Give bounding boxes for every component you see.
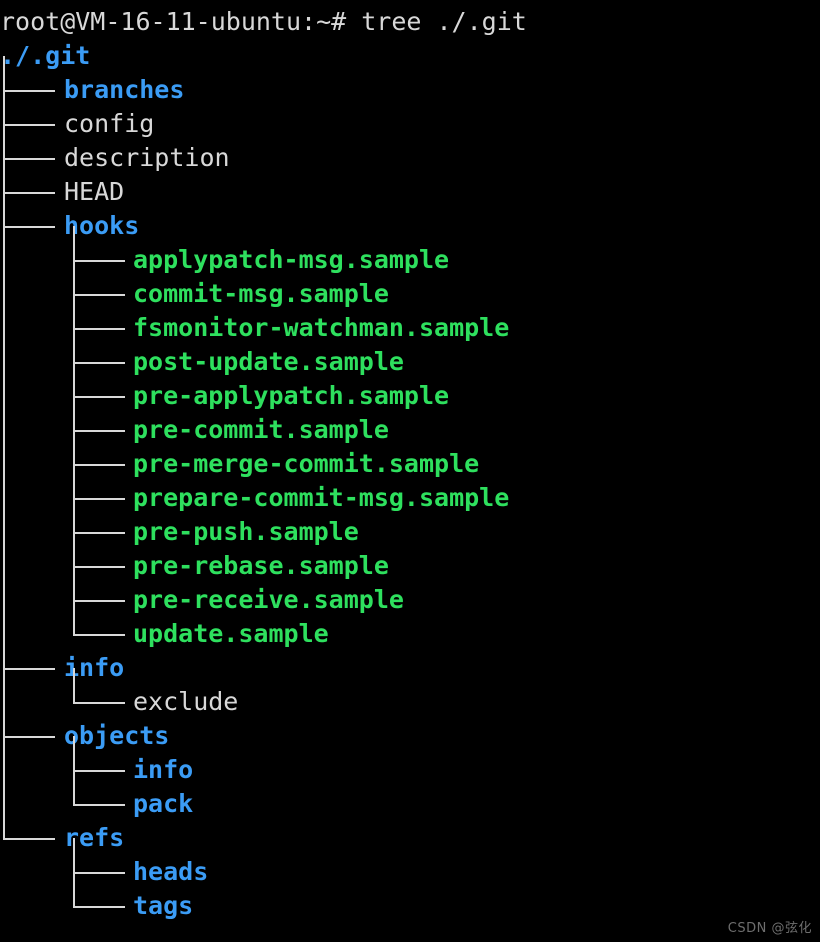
tree-connector-horizontal <box>73 362 125 364</box>
shell-prompt-line[interactable]: root@VM-16-11-ubuntu:~# tree ./.git <box>0 5 820 39</box>
tree-file-pre-receive-sample[interactable]: pre-receive.sample <box>133 583 404 617</box>
tree-file-fsmonitor-watchman-sample[interactable]: fsmonitor-watchman.sample <box>133 311 509 345</box>
tree-row: hooks <box>0 209 820 243</box>
tree-connector-horizontal <box>73 498 125 500</box>
tree-file-prepare-commit-msg-sample[interactable]: prepare-commit-msg.sample <box>133 481 509 515</box>
tree-directory-tags[interactable]: tags <box>133 889 193 923</box>
tree-file-pre-push-sample[interactable]: pre-push.sample <box>133 515 359 549</box>
tree-connector-horizontal <box>73 634 125 636</box>
tree-file-post-update-sample[interactable]: post-update.sample <box>133 345 404 379</box>
tree-directory-hooks[interactable]: hooks <box>64 209 139 243</box>
tree-connector-horizontal <box>73 464 125 466</box>
tree-connector-horizontal <box>73 600 125 602</box>
tree-connector-horizontal <box>73 872 125 874</box>
tree-connector-horizontal <box>73 566 125 568</box>
tree-connector-vertical <box>3 56 5 840</box>
tree-connector-horizontal <box>3 158 55 160</box>
tree-connector-horizontal <box>73 260 125 262</box>
tree-directory-pack[interactable]: pack <box>133 787 193 821</box>
tree-row: refs <box>0 821 820 855</box>
tree-root-label: ./.git <box>0 41 91 70</box>
tree-file-head[interactable]: HEAD <box>64 175 124 209</box>
tree-row: info <box>0 651 820 685</box>
tree-connector-horizontal <box>3 192 55 194</box>
tree-file-pre-merge-commit-sample[interactable]: pre-merge-commit.sample <box>133 447 479 481</box>
tree-connector-vertical <box>73 668 75 704</box>
tree-connector-horizontal <box>73 396 125 398</box>
tree-directory-objects[interactable]: objects <box>64 719 169 753</box>
tree-file-pre-applypatch-sample[interactable]: pre-applypatch.sample <box>133 379 449 413</box>
tree-connector-vertical <box>73 226 75 636</box>
tree-connector-horizontal <box>73 532 125 534</box>
tree-connector-vertical <box>73 838 75 908</box>
tree-file-update-sample[interactable]: update.sample <box>133 617 329 651</box>
tree-connector-horizontal <box>73 294 125 296</box>
tree-directory-heads[interactable]: heads <box>133 855 208 889</box>
tree-connector-horizontal <box>3 838 55 840</box>
tree-file-exclude[interactable]: exclude <box>133 685 238 719</box>
tree-file-description[interactable]: description <box>64 141 230 175</box>
tree-connector-horizontal <box>3 668 55 670</box>
tree-connector-horizontal <box>73 770 125 772</box>
tree-connector-horizontal <box>3 124 55 126</box>
tree-file-pre-commit-sample[interactable]: pre-commit.sample <box>133 413 389 447</box>
tree-connector-vertical <box>73 736 75 806</box>
tree-connector-horizontal <box>73 430 125 432</box>
tree-connector-horizontal <box>73 804 125 806</box>
tree-file-pre-rebase-sample[interactable]: pre-rebase.sample <box>133 549 389 583</box>
csdn-watermark: CSDN @弦化 <box>727 921 812 936</box>
tree-file-applypatch-msg-sample[interactable]: applypatch-msg.sample <box>133 243 449 277</box>
tree-connector-horizontal <box>3 736 55 738</box>
tree-row: objects <box>0 719 820 753</box>
tree-file-commit-msg-sample[interactable]: commit-msg.sample <box>133 277 389 311</box>
terminal-window: root@VM-16-11-ubuntu:~# tree ./.git ./.g… <box>0 0 820 942</box>
tree-row: description <box>0 141 820 175</box>
tree-row: branches <box>0 73 820 107</box>
tree-file-config[interactable]: config <box>64 107 154 141</box>
tree-row: config <box>0 107 820 141</box>
tree-directory-branches[interactable]: branches <box>64 73 184 107</box>
tree-connector-horizontal <box>3 90 55 92</box>
tree-connector-vertical <box>3 56 5 73</box>
tree-connector-horizontal <box>3 226 55 228</box>
tree-connector-horizontal <box>73 328 125 330</box>
tree-row: HEAD <box>0 175 820 209</box>
tree-connector-horizontal <box>73 702 125 704</box>
tree-directory-info[interactable]: info <box>133 753 193 787</box>
tree-connector-horizontal <box>73 906 125 908</box>
